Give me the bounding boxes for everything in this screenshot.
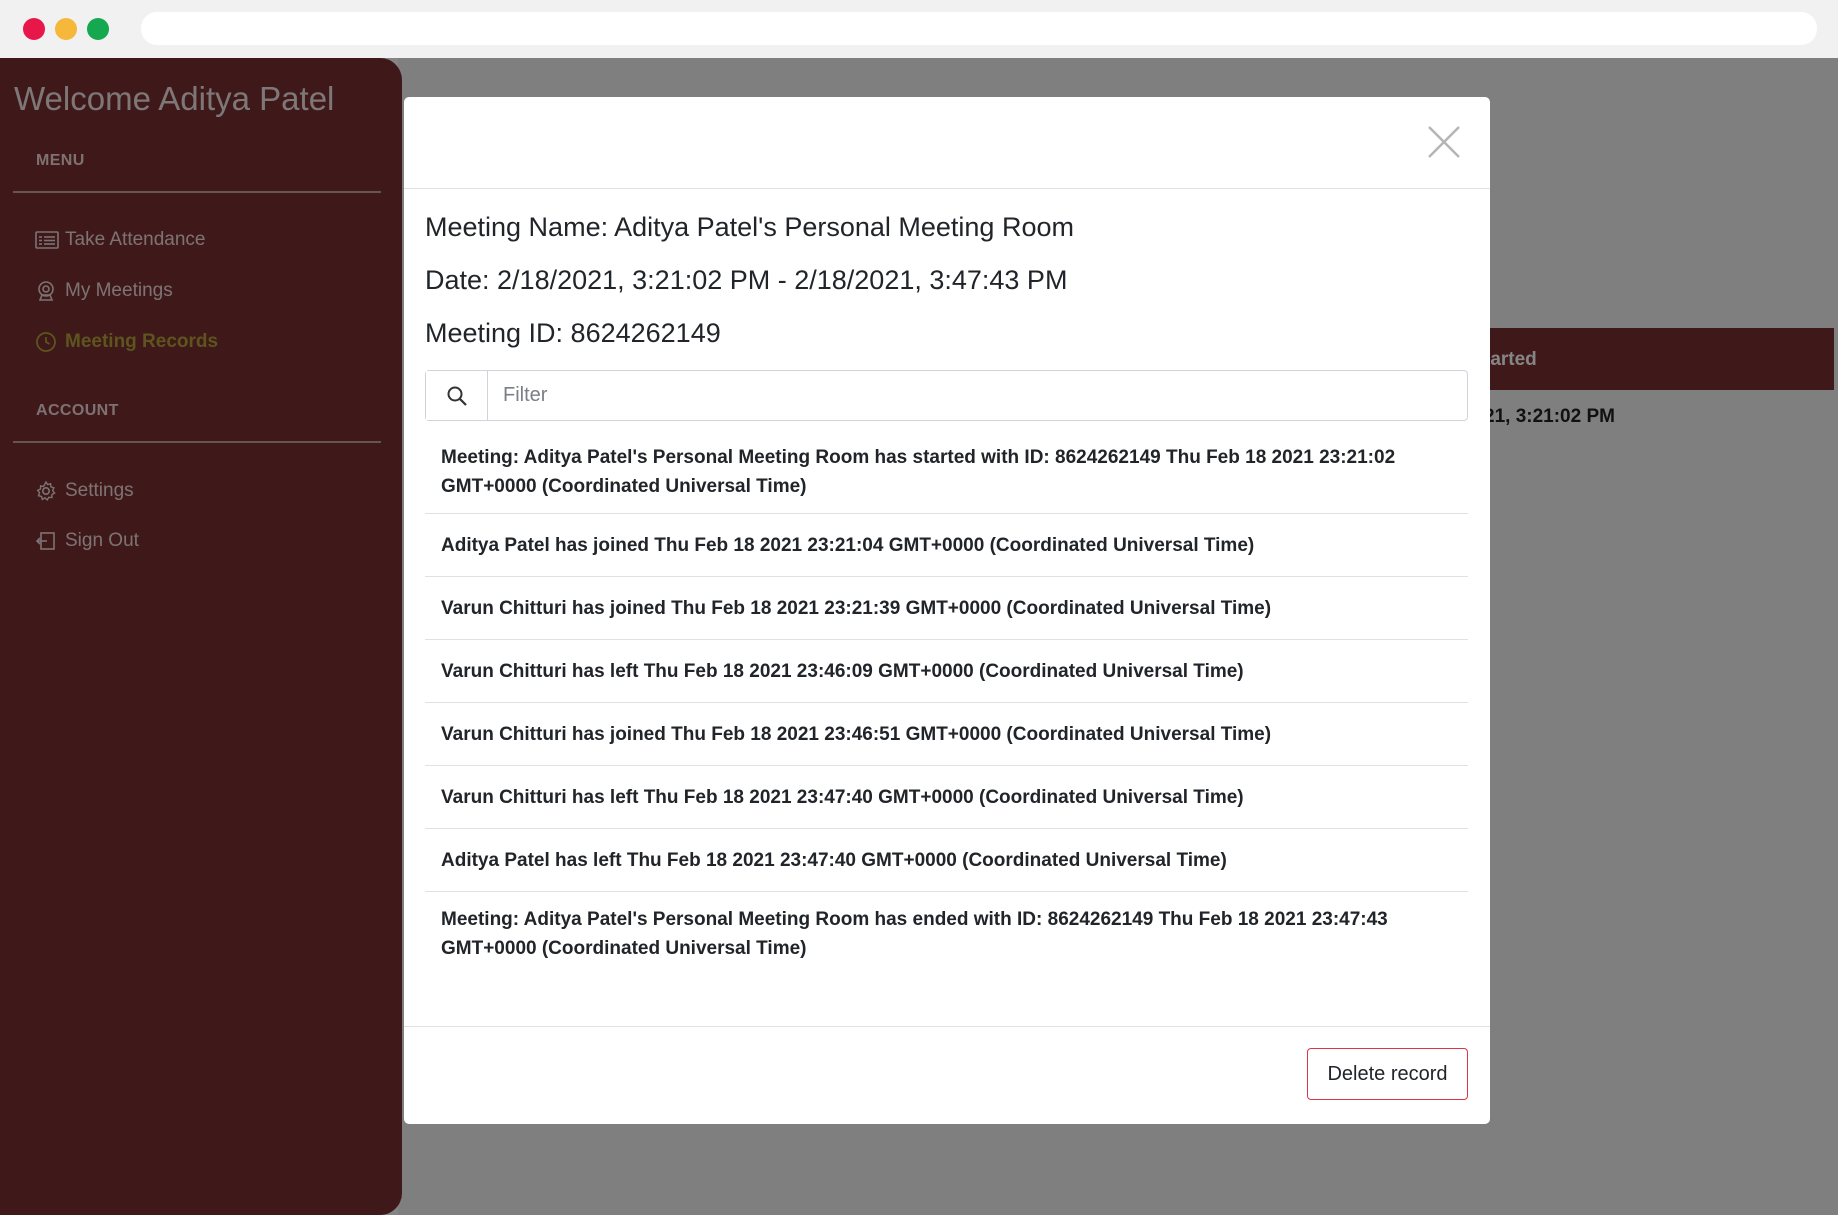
- browser-chrome: [0, 0, 1838, 58]
- list-item: Varun Chitturi has joined Thu Feb 18 202…: [425, 577, 1468, 640]
- filter-group: [425, 370, 1468, 421]
- list-item: Varun Chitturi has left Thu Feb 18 2021 …: [425, 640, 1468, 703]
- meeting-record-modal: Meeting Name: Aditya Patel's Personal Me…: [404, 97, 1490, 1124]
- modal-footer: Delete record: [404, 1026, 1490, 1124]
- filter-input[interactable]: [488, 371, 1467, 420]
- list-item: Varun Chitturi has left Thu Feb 18 2021 …: [425, 766, 1468, 829]
- list-item: Aditya Patel has joined Thu Feb 18 2021 …: [425, 514, 1468, 577]
- meeting-date: Date: 2/18/2021, 3:21:02 PM - 2/18/2021,…: [425, 265, 1068, 295]
- address-bar[interactable]: [141, 12, 1817, 45]
- search-icon: [426, 371, 488, 420]
- list-item: Varun Chitturi has joined Thu Feb 18 202…: [425, 703, 1468, 766]
- close-window-dot[interactable]: [23, 18, 45, 40]
- list-item: Meeting: Aditya Patel's Personal Meeting…: [425, 431, 1468, 514]
- delete-record-button[interactable]: Delete record: [1307, 1048, 1468, 1100]
- list-item: Meeting: Aditya Patel's Personal Meeting…: [441, 908, 1388, 959]
- meeting-name: Meeting Name: Aditya Patel's Personal Me…: [425, 212, 1074, 242]
- browser-window: tarted 21, 3:21:02 PM Welcome Aditya Pat…: [0, 0, 1838, 1215]
- modal-header: [404, 97, 1490, 189]
- close-icon[interactable]: [1424, 122, 1464, 162]
- maximize-window-dot[interactable]: [87, 18, 109, 40]
- minimize-window-dot[interactable]: [55, 18, 77, 40]
- meeting-id: Meeting ID: 8624262149: [425, 318, 721, 348]
- list-item: Aditya Patel has left Thu Feb 18 2021 23…: [425, 829, 1468, 892]
- event-log-list: Meeting: Aditya Patel's Personal Meeting…: [425, 431, 1468, 975]
